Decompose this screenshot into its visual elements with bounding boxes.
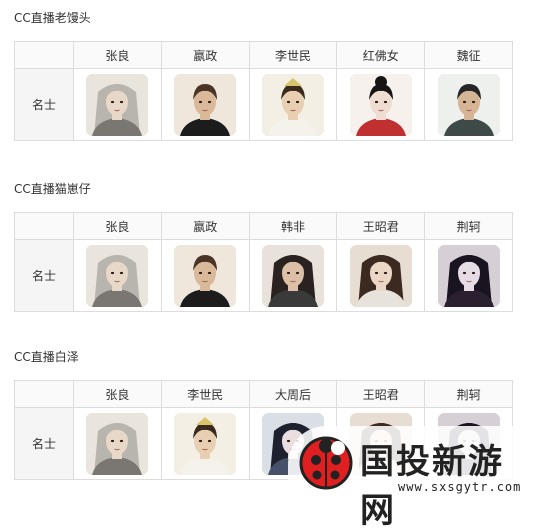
ladybug-logo-icon [299,436,353,490]
roster-table: 张良 嬴政 韩非 王昭君 荆轲 名士 [14,212,513,312]
portrait-cell [73,239,162,312]
portrait-cell [248,239,338,312]
section-title: CC直播猫崽仔 [14,182,91,196]
portrait-cell [248,68,338,141]
character-name: 荆轲 [424,212,513,240]
watermark-url: www.sxsgytr.com [398,480,522,494]
character-name: 大周后 [248,380,338,408]
character-name: 魏征 [424,41,513,69]
character-name: 张良 [73,380,162,408]
character-name: 嬴政 [160,41,250,69]
portrait-cell [336,239,426,312]
portrait-lishimin[interactable] [174,412,237,475]
section-title: CC直播白泽 [14,350,79,364]
row-label: 名士 [14,239,74,312]
portrait-yingzheng[interactable] [174,244,237,307]
character-name: 王昭君 [336,380,426,408]
row-label: 名士 [14,68,74,141]
portrait-cell [160,239,250,312]
portrait-cell [73,407,162,480]
portrait-hanfei[interactable] [261,244,324,307]
character-name: 张良 [73,41,162,69]
character-name: 嬴政 [160,212,250,240]
character-name: 王昭君 [336,212,426,240]
site-watermark: 国投新游网 www.sxsgytr.com [288,426,539,531]
row-label: 名士 [14,407,74,480]
portrait-zhangliang[interactable] [86,412,149,475]
character-name: 荆轲 [424,380,513,408]
portrait-cell [424,68,513,141]
corner-cell [14,380,74,408]
roster-table: 张良 嬴政 李世民 红佛女 魏征 名士 [14,41,513,141]
portrait-cell [160,68,250,141]
character-name: 李世民 [248,41,338,69]
corner-cell [14,41,74,69]
portrait-lishimin[interactable] [261,73,324,136]
portrait-wangzhaojun[interactable] [349,244,412,307]
portrait-cell [424,239,513,312]
portrait-hongfunv[interactable] [349,73,412,136]
portrait-cell [336,68,426,141]
section-title: CC直播老馒头 [14,11,91,25]
character-name: 红佛女 [336,41,426,69]
corner-cell [14,212,74,240]
portrait-jingke[interactable] [437,244,500,307]
portrait-yingzheng[interactable] [174,73,237,136]
character-name: 韩非 [248,212,338,240]
portrait-zhangliang[interactable] [86,244,149,307]
character-name: 张良 [73,212,162,240]
portrait-cell [160,407,250,480]
character-name: 李世民 [160,380,250,408]
portrait-zhangliang[interactable] [86,73,149,136]
portrait-cell [73,68,162,141]
portrait-weizheng[interactable] [437,73,500,136]
